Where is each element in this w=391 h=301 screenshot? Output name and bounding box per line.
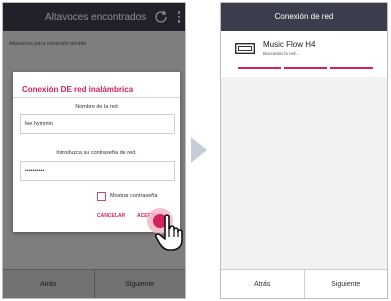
speaker-list-item[interactable]: Music Flow H4 Buscando la red... — [221, 31, 387, 77]
password-input[interactable] — [20, 161, 175, 181]
right-app-bar: Conexión de red — [221, 3, 387, 31]
speaker-status: Buscando la red... — [263, 51, 300, 56]
progress-segment — [284, 67, 327, 69]
dialog-divider — [13, 97, 180, 98]
right-bottom-bar: Atrás Siguiente — [221, 269, 387, 298]
speaker-icon — [235, 43, 255, 54]
left-phone-screen: Altavoces encontrados Altavoces para con… — [2, 2, 186, 299]
chevron-right-icon — [191, 137, 207, 163]
back-button[interactable]: Atrás — [221, 270, 304, 298]
right-screen-title: Conexión de red — [274, 12, 334, 21]
speaker-name: Music Flow H4 — [263, 40, 316, 49]
network-name-input[interactable] — [20, 114, 175, 134]
show-password-toggle[interactable]: Mostrar contraseña — [97, 191, 157, 201]
password-label: Introduzca su contraseña de red. — [56, 150, 137, 156]
show-password-label: Mostrar contraseña — [110, 193, 158, 199]
dialog-title: Conexión DE red inalámbrica — [22, 85, 134, 94]
connection-progress — [238, 67, 373, 69]
cancel-button[interactable]: CANCELAR — [97, 213, 125, 219]
progress-segment — [330, 67, 373, 69]
hand-pointer-icon — [154, 214, 183, 251]
network-name-label: Nombre de la red — [75, 104, 118, 110]
progress-segment — [238, 67, 281, 69]
show-password-checkbox[interactable] — [97, 191, 106, 201]
right-phone-screen: Conexión de red Music Flow H4 Buscando l… — [220, 2, 388, 299]
next-button[interactable]: Siguiente — [303, 270, 388, 298]
